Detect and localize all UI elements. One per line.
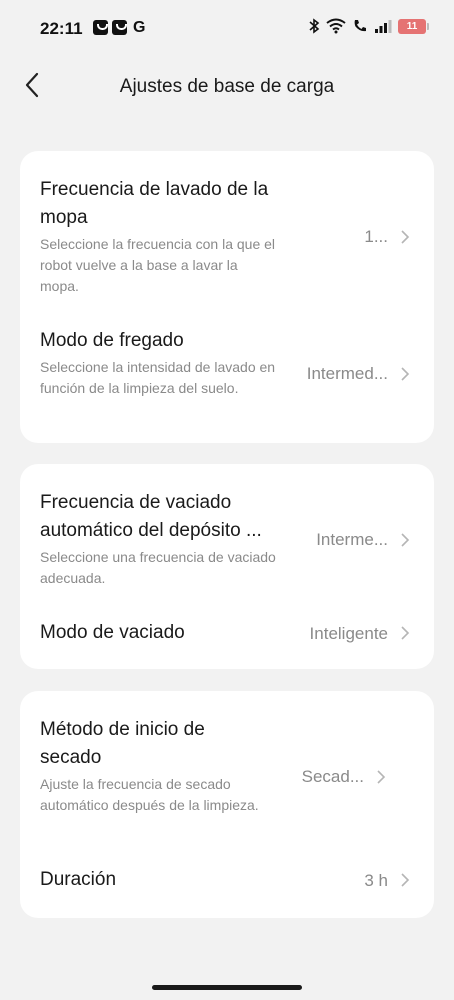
duration-row[interactable]: Duración 3 h <box>20 851 434 911</box>
drying-start-method-row[interactable]: Método de inicio de secado Ajuste la fre… <box>20 691 434 846</box>
row-subtitle: Ajuste la frecuencia de secado automátic… <box>40 776 259 813</box>
chevron-right-icon <box>401 367 410 381</box>
row-value: 3 h <box>364 871 388 890</box>
emptying-settings-card: Frecuencia de vaciado automático del dep… <box>20 464 434 669</box>
chevron-right-icon <box>401 626 410 640</box>
chevron-right-icon <box>401 873 410 887</box>
notification-icons: G <box>93 19 146 36</box>
row-subtitle: Seleccione la intensidad de lavado en fu… <box>40 359 276 396</box>
row-subtitle: Seleccione la frecuencia con la que el r… <box>40 236 276 294</box>
chevron-right-icon <box>401 533 410 547</box>
row-title: Modo de vaciado <box>40 622 185 643</box>
auto-empty-frequency-row[interactable]: Frecuencia de vaciado automático del dep… <box>20 464 434 594</box>
row-title: Frecuencia de vaciado automático del dep… <box>40 492 262 541</box>
mop-settings-card: Frecuencia de lavado de la mopa Seleccio… <box>20 151 434 443</box>
status-bar: 22:11 G 11 <box>0 0 454 60</box>
battery-icon: 11 <box>398 18 429 34</box>
wifi-icon <box>326 18 346 34</box>
bluetooth-icon <box>309 18 320 34</box>
signal-icon <box>375 20 392 33</box>
row-subtitle: Seleccione una frecuencia de vaciado ade… <box>40 549 276 586</box>
row-value: Inteligente <box>309 624 388 643</box>
drying-settings-card: Método de inicio de secado Ajuste la fre… <box>20 691 434 918</box>
row-title: Duración <box>40 869 117 890</box>
mopping-mode-row[interactable]: Modo de fregado Seleccione la intensidad… <box>20 315 434 435</box>
row-title: Modo de fregado <box>40 330 184 351</box>
row-value: Secad... <box>301 767 364 786</box>
row-value: Interme... <box>316 530 388 549</box>
row-value: Intermed... <box>306 364 388 383</box>
chevron-right-icon <box>377 770 386 784</box>
wifi-calling-icon <box>354 20 366 32</box>
page-title: Ajustes de base de carga <box>119 76 335 97</box>
status-time: 22:11 <box>40 19 83 38</box>
mop-wash-frequency-row[interactable]: Frecuencia de lavado de la mopa Seleccio… <box>20 151 434 301</box>
google-notification-icon: G <box>133 19 146 36</box>
system-icons: 11 <box>308 18 429 34</box>
row-title: Frecuencia de lavado de la mopa <box>40 179 269 228</box>
emptying-mode-row[interactable]: Modo de vaciado Inteligente <box>20 604 434 664</box>
row-title: Método de inicio de secado <box>40 719 205 768</box>
app-notification-icon <box>93 20 108 35</box>
home-indicator[interactable] <box>152 985 302 990</box>
row-value: 1... <box>364 227 388 246</box>
app-notification-icon <box>112 20 127 35</box>
chevron-right-icon <box>401 230 410 244</box>
header: Ajustes de base de carga <box>0 60 454 116</box>
